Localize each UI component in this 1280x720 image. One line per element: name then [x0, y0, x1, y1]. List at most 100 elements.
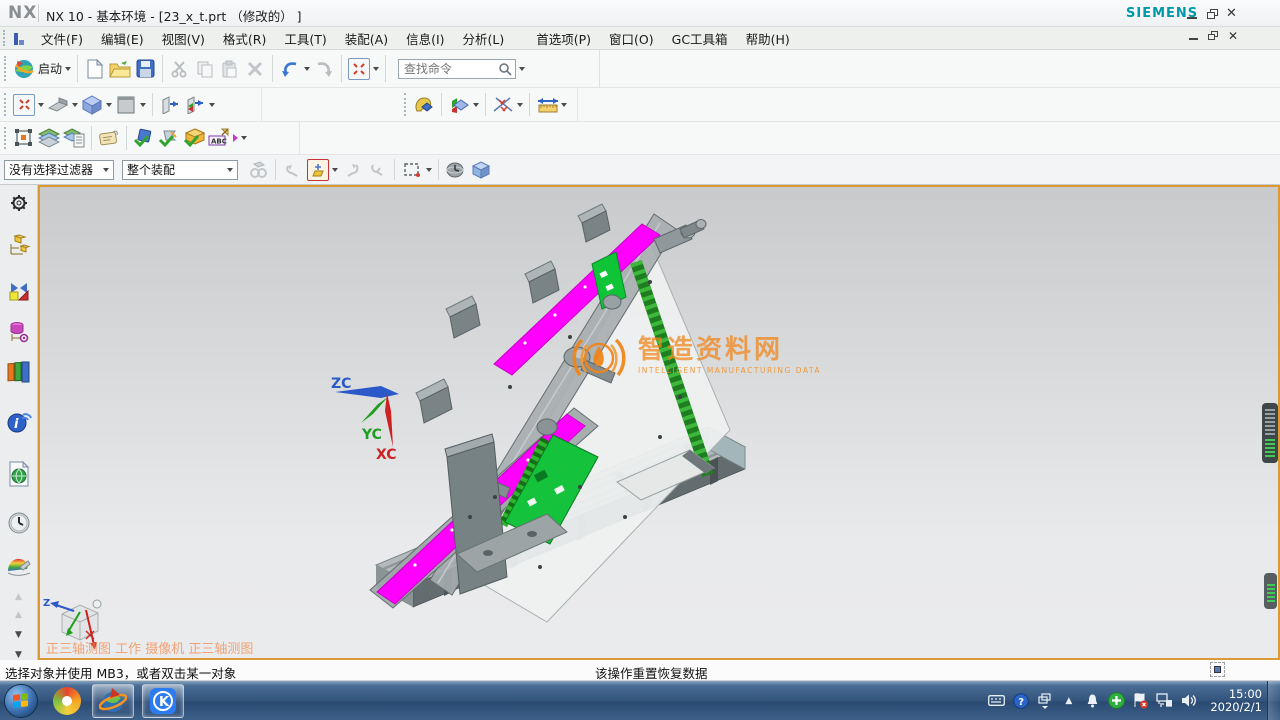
layer-category-button[interactable]: [63, 127, 85, 149]
check-solid-button[interactable]: [183, 127, 205, 149]
gizmo-z-label: Z: [43, 598, 50, 609]
menu-view[interactable]: 视图(V): [153, 26, 214, 51]
selection-scope-dropdown[interactable]: 整个装配: [122, 160, 238, 180]
constraint-navigator-icon[interactable]: [6, 278, 32, 303]
window-fit-button[interactable]: [348, 58, 370, 80]
inclined-fixture: [370, 204, 730, 622]
find-command-input[interactable]: [402, 61, 498, 77]
safe-shield-tray-icon[interactable]: [1108, 692, 1125, 709]
check-sketch-button[interactable]: [158, 127, 180, 149]
web-browser-icon[interactable]: [6, 461, 32, 487]
menu-window[interactable]: 窗口(O): [600, 26, 663, 51]
menu-tools[interactable]: 工具(T): [275, 26, 335, 51]
save-button[interactable]: [134, 58, 156, 80]
work-context-button[interactable]: [445, 159, 467, 181]
mdi-close-button[interactable]: ✕: [1228, 31, 1238, 41]
assembly-navigator-icon[interactable]: [6, 234, 32, 259]
sidebar-caret-icon[interactable]: ▼: [15, 630, 22, 640]
snap-point-button[interactable]: [307, 159, 329, 181]
nx-taskbar-button[interactable]: [92, 684, 134, 718]
select-bounds-button[interactable]: [13, 127, 35, 149]
true-shading-button[interactable]: [413, 94, 435, 116]
new-file-button[interactable]: [84, 58, 106, 80]
history-icon[interactable]: [6, 511, 32, 536]
measure-caret[interactable]: [561, 103, 567, 107]
solid-cube-button[interactable]: [470, 159, 492, 181]
snap-handle-icon: [282, 159, 304, 181]
graphics-viewport[interactable]: ZC YC XC Z: [38, 185, 1280, 660]
minimize-button[interactable]: [1186, 9, 1200, 20]
window-fit-caret[interactable]: [373, 67, 379, 71]
roles-palette-icon[interactable]: [6, 553, 32, 578]
menu-assemblies[interactable]: 装配(A): [336, 26, 397, 51]
action-center-flag-icon[interactable]: [1132, 692, 1149, 709]
section-caret[interactable]: [209, 103, 215, 107]
text-tools-caret[interactable]: [233, 134, 238, 142]
window-switcher-tray-icon[interactable]: [1036, 692, 1053, 709]
layer-settings-button[interactable]: [38, 127, 60, 149]
launch-icon[interactable]: [13, 58, 35, 80]
close-button[interactable]: ✕: [1226, 9, 1240, 20]
examine-geometry-button[interactable]: [133, 127, 155, 149]
annotation-note-button[interactable]: [98, 127, 120, 149]
hd3d-tools-icon[interactable]: i: [6, 409, 32, 435]
row3-caret[interactable]: [241, 136, 247, 140]
menu-help[interactable]: 帮助(H): [737, 26, 799, 51]
paste-icon: [219, 58, 241, 80]
datum-display-button[interactable]: [492, 94, 514, 116]
menu-edit[interactable]: 编辑(E): [92, 26, 153, 51]
menu-preferences[interactable]: 首选项(P): [527, 26, 600, 51]
datum-display-caret[interactable]: [517, 103, 523, 107]
show-desktop-button[interactable]: [1267, 681, 1280, 720]
render-style-caret[interactable]: [140, 103, 146, 107]
sidebar-caret2-icon[interactable]: ▼: [15, 650, 22, 660]
orient-view-button[interactable]: [47, 94, 69, 116]
find-command-box[interactable]: [398, 59, 516, 79]
svg-text:K: K: [159, 695, 170, 710]
open-folder-button[interactable]: [109, 58, 131, 80]
help-tray-icon[interactable]: ?: [1012, 692, 1029, 709]
notification-bell-icon[interactable]: [1084, 692, 1101, 709]
taskbar-clock[interactable]: 15:00 2020/2/1: [1210, 688, 1262, 714]
network-tray-icon[interactable]: [1156, 692, 1173, 709]
fit-view-button[interactable]: [13, 94, 35, 116]
render-style-button[interactable]: [115, 94, 137, 116]
menu-information[interactable]: 信息(I): [397, 26, 453, 51]
marquee-select-caret[interactable]: [426, 168, 432, 172]
text-edit-button[interactable]: ABC: [208, 127, 230, 149]
selection-filter-dropdown[interactable]: 没有选择过滤器: [4, 160, 114, 180]
marquee-select-button[interactable]: [401, 159, 423, 181]
isometric-view-caret[interactable]: [106, 103, 112, 107]
measure-button[interactable]: [536, 94, 558, 116]
find-command-caret[interactable]: [519, 67, 525, 71]
edit-section-button[interactable]: [184, 94, 206, 116]
clip-section-button[interactable]: [159, 94, 181, 116]
k-app-taskbar-button[interactable]: K: [142, 684, 184, 718]
undo-caret[interactable]: [304, 67, 310, 71]
restore-button[interactable]: [1206, 9, 1220, 20]
menu-gc-toolbox[interactable]: GC工具箱: [663, 26, 737, 51]
mdi-restore-button[interactable]: [1208, 31, 1219, 41]
input-keyboard-icon[interactable]: [988, 692, 1005, 709]
start-button[interactable]: [4, 684, 38, 718]
fit-view-caret[interactable]: [38, 103, 44, 107]
launch-caret[interactable]: [65, 67, 71, 71]
status-tray-icon[interactable]: [1210, 662, 1225, 677]
mdi-minimize-button[interactable]: [1189, 31, 1199, 40]
menu-analysis[interactable]: 分析(L): [454, 26, 514, 51]
orient-view-caret[interactable]: [72, 103, 78, 107]
roles-gear-icon[interactable]: [6, 191, 32, 216]
show-hidden-icons-button[interactable]: ▲: [1060, 692, 1077, 709]
undo-button[interactable]: [279, 58, 301, 80]
reuse-library-icon[interactable]: [6, 360, 32, 385]
volume-tray-icon[interactable]: [1180, 692, 1197, 709]
isometric-view-button[interactable]: [81, 94, 103, 116]
menu-format[interactable]: 格式(R): [214, 26, 275, 51]
snap-point-caret[interactable]: [332, 168, 338, 172]
show-hide-button[interactable]: [448, 94, 470, 116]
menu-file[interactable]: 文件(F): [32, 26, 92, 51]
browser-taskbar-icon[interactable]: [50, 685, 84, 717]
show-hide-caret[interactable]: [473, 103, 479, 107]
launch-label[interactable]: 启动: [38, 60, 62, 77]
part-navigator-icon[interactable]: [6, 319, 32, 344]
